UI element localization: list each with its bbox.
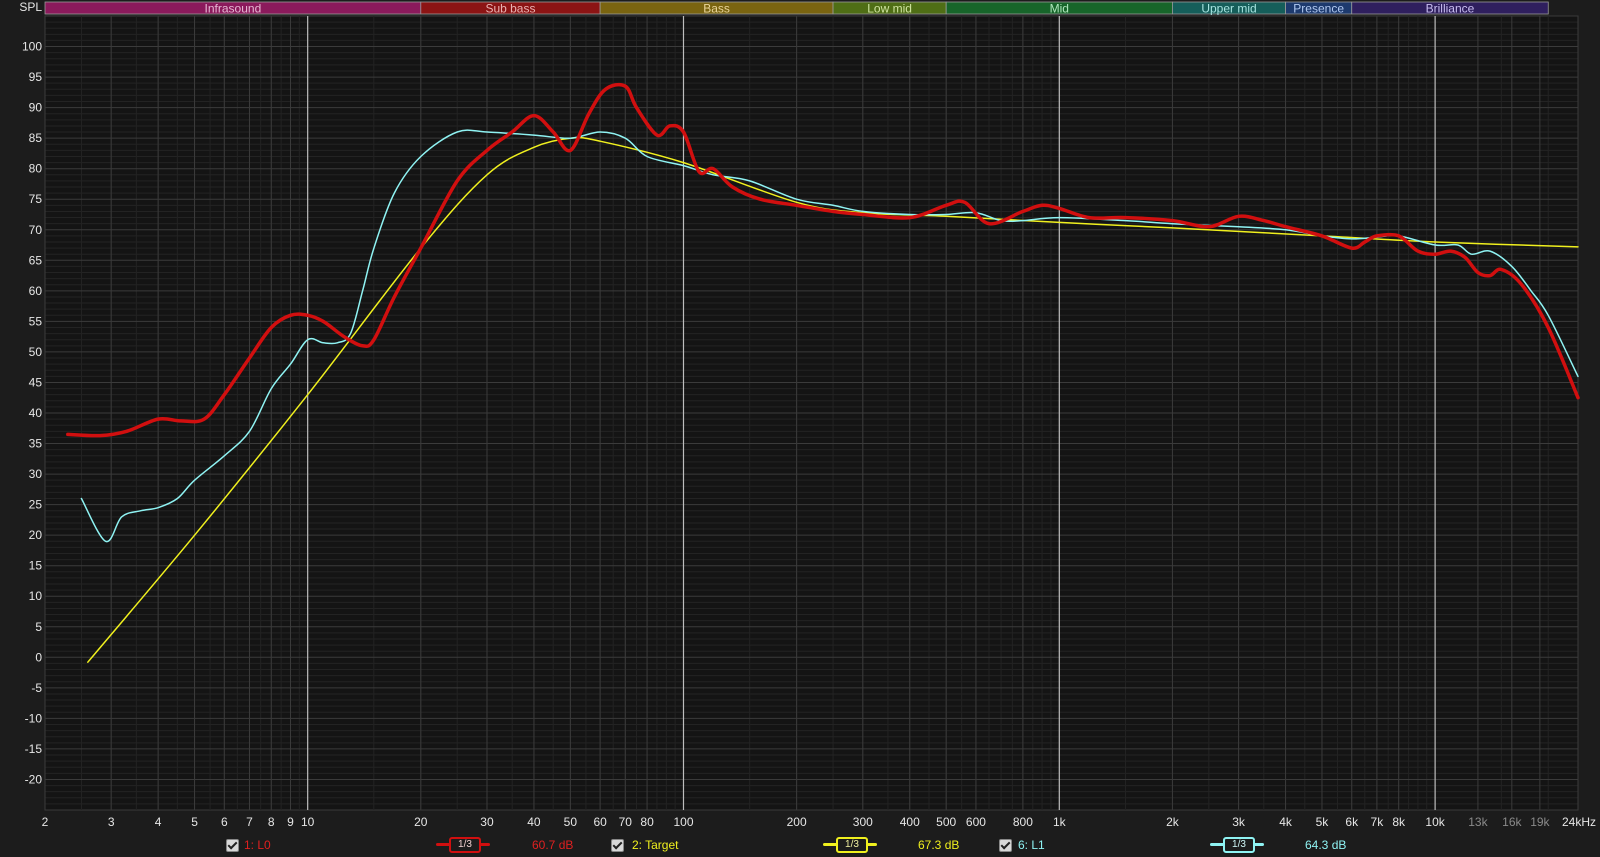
x-tick-label: 8k <box>1392 815 1406 829</box>
y-tick-label: 75 <box>29 192 43 206</box>
x-tick-label: 4k <box>1279 815 1293 829</box>
x-tick-label: 500 <box>936 815 956 829</box>
x-tick-label: 10 <box>301 815 315 829</box>
series-2-visibility-checkbox[interactable] <box>611 839 624 852</box>
x-tick-label: 5k <box>1316 815 1330 829</box>
y-tick-label: 40 <box>29 406 43 420</box>
y-tick-label: 80 <box>29 162 43 176</box>
x-tick-label: 2k <box>1166 815 1180 829</box>
x-tick-label: 6k <box>1345 815 1359 829</box>
y-tick-label: -20 <box>25 772 43 786</box>
series-3-label[interactable]: 6: L1 <box>1018 838 1045 852</box>
x-tick-label: 9 <box>287 815 294 829</box>
y-tick-label: 85 <box>29 131 43 145</box>
y-tick-label: 100 <box>22 40 42 54</box>
series-3-smoothing-value: 1/3 <box>1223 837 1255 853</box>
x-tick-label: 2 <box>42 815 49 829</box>
x-tick-label: 24kHz <box>1562 815 1596 829</box>
x-tick-label: 50 <box>564 815 578 829</box>
band-label: Upper mid <box>1201 2 1256 16</box>
series-1-smoothing-value: 1/3 <box>449 837 481 853</box>
y-tick-label: 50 <box>29 345 43 359</box>
x-tick-label: 13k <box>1468 815 1488 829</box>
x-tick-label: 16k <box>1502 815 1522 829</box>
y-tick-label: 30 <box>29 467 43 481</box>
y-tick-label: 15 <box>29 559 43 573</box>
x-tick-label: 800 <box>1013 815 1033 829</box>
y-tick-label: 0 <box>35 650 42 664</box>
band-label: Presence <box>1293 2 1344 16</box>
y-tick-label: -15 <box>25 742 43 756</box>
y-tick-label: 70 <box>29 223 43 237</box>
x-tick-label: 400 <box>900 815 920 829</box>
x-tick-label: 20 <box>414 815 428 829</box>
x-tick-label: 10k <box>1425 815 1445 829</box>
y-tick-label: 5 <box>35 620 42 634</box>
y-tick-label: 45 <box>29 375 43 389</box>
y-tick-label: 10 <box>29 589 43 603</box>
y-tick-label: 55 <box>29 314 43 328</box>
x-tick-label: 7k <box>1371 815 1385 829</box>
band-label: Bass <box>703 2 730 16</box>
x-tick-label: 200 <box>787 815 807 829</box>
x-tick-label: 1k <box>1053 815 1067 829</box>
y-tick-label: 60 <box>29 284 43 298</box>
x-tick-label: 5 <box>191 815 198 829</box>
series-2-smoothing-value: 1/3 <box>836 837 868 853</box>
x-tick-label: 600 <box>966 815 986 829</box>
band-label: Brilliance <box>1426 2 1475 16</box>
x-tick-label: 6 <box>221 815 228 829</box>
band-label: Sub bass <box>485 2 535 16</box>
x-tick-label: 3 <box>108 815 115 829</box>
x-tick-label: 7 <box>246 815 253 829</box>
series-1-smoothing-control[interactable]: 1/3 <box>436 837 490 853</box>
y-tick-label: 35 <box>29 437 43 451</box>
x-tick-label: 30 <box>480 815 494 829</box>
legend: 1: L0 1/3 60.7 dB 2: Target 1/3 67.3 dB … <box>0 831 1600 857</box>
series-2-value: 67.3 dB <box>918 838 960 852</box>
y-tick-label: -5 <box>31 681 42 695</box>
band-label: Infrasound <box>205 2 262 16</box>
x-tick-label: 8 <box>268 815 275 829</box>
x-tick-label: 80 <box>640 815 654 829</box>
series-3-visibility-checkbox[interactable] <box>999 839 1012 852</box>
series-1-visibility-checkbox[interactable] <box>226 839 239 852</box>
series-2-smoothing-control[interactable]: 1/3 <box>823 837 877 853</box>
y-axis-title: SPL <box>19 0 42 14</box>
y-tick-label: -10 <box>25 711 43 725</box>
x-tick-label: 19k <box>1530 815 1550 829</box>
x-tick-label: 100 <box>673 815 693 829</box>
x-tick-label: 300 <box>853 815 873 829</box>
spl-chart: Infrasound Sub bass Bass Low mid Mid Upper mi… <box>0 0 1600 831</box>
series-1-label[interactable]: 1: L0 <box>244 838 271 852</box>
y-tick-label: 90 <box>29 101 43 115</box>
x-tick-label: 60 <box>593 815 607 829</box>
y-tick-label: 95 <box>29 70 43 84</box>
band-label: Low mid <box>867 2 912 16</box>
x-tick-label: 3k <box>1232 815 1246 829</box>
x-tick-label: 4 <box>155 815 162 829</box>
x-tick-label: 70 <box>619 815 633 829</box>
series-3-value: 64.3 dB <box>1305 838 1347 852</box>
y-tick-label: 20 <box>29 528 43 542</box>
series-1-value: 60.7 dB <box>532 838 574 852</box>
series-2-label[interactable]: 2: Target <box>632 838 678 852</box>
x-tick-label: 40 <box>527 815 541 829</box>
y-tick-label: 65 <box>29 253 43 267</box>
y-tick-label: 25 <box>29 498 43 512</box>
series-3-smoothing-control[interactable]: 1/3 <box>1210 837 1264 853</box>
band-label: Mid <box>1050 2 1069 16</box>
